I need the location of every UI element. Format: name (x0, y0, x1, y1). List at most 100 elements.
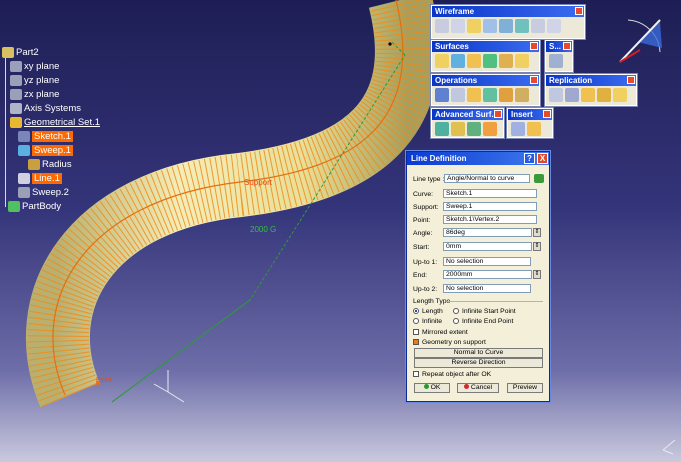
line-definition-dialog[interactable]: Line Definition ? X Line type : Angle/No… (406, 151, 550, 402)
tree-item-radius[interactable]: Radius (28, 158, 72, 170)
tree-item-xy-plane[interactable]: xy plane (10, 60, 59, 72)
toolbar-replication[interactable]: Replication (545, 74, 637, 106)
offset-icon[interactable] (499, 19, 513, 33)
start-field[interactable]: 0mm (443, 242, 532, 251)
tree-label: yz plane (24, 74, 60, 86)
repeat-checkbox[interactable]: Repeat object after OK (413, 369, 491, 379)
help-icon[interactable]: ? (524, 153, 535, 164)
3d-scene[interactable] (0, 0, 681, 462)
toolbar-insert[interactable]: Insert (507, 108, 553, 138)
sketch-icon[interactable] (549, 54, 563, 68)
extrude-icon[interactable] (435, 54, 449, 68)
line-icon[interactable] (451, 19, 465, 33)
ok-button[interactable]: OK (414, 383, 450, 393)
angle-label: Angle: (413, 229, 433, 237)
preview-button[interactable]: Preview (507, 383, 543, 393)
tree-item-partbody[interactable]: PartBody (8, 200, 61, 212)
boundary-icon[interactable] (467, 88, 481, 102)
point-icon[interactable] (435, 19, 449, 33)
translate-icon[interactable] (499, 88, 513, 102)
length-radio[interactable]: Length (413, 306, 443, 316)
shape-morph-icon[interactable] (483, 122, 497, 136)
close-icon[interactable] (530, 76, 538, 84)
mirrored-checkbox[interactable]: Mirrored extent (413, 327, 468, 337)
curve-field[interactable]: Sketch.1 (443, 189, 537, 198)
spline-icon[interactable] (531, 19, 545, 33)
udf-icon[interactable] (597, 88, 611, 102)
revolve-icon[interactable] (451, 54, 465, 68)
tree-item-part[interactable]: Part2 (2, 46, 39, 58)
close-icon[interactable] (530, 42, 538, 50)
pattern-icon[interactable] (549, 88, 563, 102)
support-field[interactable]: Sweep.1 (443, 202, 537, 211)
bump-icon[interactable] (435, 122, 449, 136)
tree-item-yz-plane[interactable]: yz plane (10, 74, 59, 86)
end-spinner[interactable]: ⇕ (533, 270, 541, 279)
upto1-field[interactable]: No selection (443, 257, 531, 266)
tree-item-sweep1[interactable]: Sweep.1 (18, 144, 73, 156)
radio-label: Infinite (422, 317, 443, 325)
fillet-icon[interactable] (483, 88, 497, 102)
join-icon[interactable] (435, 88, 449, 102)
upto2-field[interactable]: No selection (443, 284, 531, 293)
toolbar-wireframe[interactable]: Wireframe (431, 5, 585, 39)
start-spinner[interactable]: ⇕ (533, 242, 541, 251)
circle-icon[interactable] (515, 19, 529, 33)
tree-item-line[interactable]: Line.1 (18, 172, 62, 184)
sphere-icon[interactable] (467, 54, 481, 68)
line-icon (18, 172, 30, 184)
toolbar-surfaces-short[interactable]: S... (545, 40, 573, 72)
point-field[interactable]: Sketch.1\Vertex.2 (443, 215, 537, 224)
toolbar-operations[interactable]: Operations (431, 74, 540, 106)
line-type-select[interactable]: Angle/Normal to curve (444, 174, 530, 183)
line-type-options-icon[interactable] (534, 174, 544, 183)
infinite-end-radio[interactable]: Infinite End Point (453, 316, 513, 326)
offset-surface-icon[interactable] (483, 54, 497, 68)
close-icon[interactable] (563, 42, 571, 50)
sweep-surface[interactable] (25, 0, 439, 408)
end-field[interactable]: 2000mm (443, 270, 532, 279)
fill-icon[interactable] (515, 54, 529, 68)
checkbox-label: Repeat object after OK (422, 370, 492, 378)
cancel-button[interactable]: Cancel (457, 383, 499, 393)
geometrical-set-icon[interactable] (527, 122, 541, 136)
body-icon[interactable] (511, 122, 525, 136)
tree-item-geometrical-set[interactable]: Geometrical Set.1 (10, 116, 100, 128)
helix-icon[interactable] (547, 19, 561, 33)
geometry-on-support-checkbox[interactable]: Geometry on support (413, 337, 486, 347)
angle-field[interactable]: 86deg (443, 228, 532, 237)
catalog-icon[interactable] (613, 88, 627, 102)
tree-item-sketch[interactable]: Sketch.1 (18, 130, 73, 142)
projection-icon[interactable] (483, 19, 497, 33)
close-icon[interactable] (494, 110, 502, 118)
radio-icon (453, 308, 459, 314)
orientation-compass[interactable] (619, 19, 662, 63)
dialog-titlebar[interactable]: Line Definition ? X (407, 152, 549, 165)
tree-item-axis-systems[interactable]: Axis Systems (10, 102, 81, 114)
toolbar-surfaces[interactable]: Surfaces (431, 40, 540, 72)
split-icon[interactable] (451, 88, 465, 102)
rect-pattern-icon[interactable] (565, 88, 579, 102)
normal-to-curve-button[interactable]: Normal to Curve (414, 348, 543, 358)
button-label: Cancel (470, 384, 493, 391)
wrap-curve-icon[interactable] (451, 122, 465, 136)
reverse-direction-button[interactable]: Reverse Direction (414, 358, 543, 368)
powercopy-icon[interactable] (581, 88, 595, 102)
wrap-surface-icon[interactable] (467, 122, 481, 136)
infinite-start-radio[interactable]: Infinite Start Point (453, 306, 516, 316)
angle-spinner[interactable]: ⇕ (533, 228, 541, 237)
close-icon[interactable] (575, 7, 583, 15)
line-type-label: Line type : (413, 175, 445, 183)
plane-icon[interactable] (467, 19, 481, 33)
tree-label: Line.1 (32, 172, 62, 184)
3d-viewport[interactable]: Support 2000 G Point Part2 xy plane yz p… (0, 0, 681, 462)
close-icon[interactable]: X (537, 153, 548, 164)
tree-item-zx-plane[interactable]: zx plane (10, 88, 59, 100)
tree-item-sweep2[interactable]: Sweep.2 (18, 186, 69, 198)
toolbar-advanced-surfaces[interactable]: Advanced Surf... (431, 108, 504, 138)
infinite-radio[interactable]: Infinite (413, 316, 442, 326)
sweep-icon[interactable] (499, 54, 513, 68)
extrapolate-icon[interactable] (515, 88, 529, 102)
close-icon[interactable] (627, 76, 635, 84)
close-icon[interactable] (543, 110, 551, 118)
